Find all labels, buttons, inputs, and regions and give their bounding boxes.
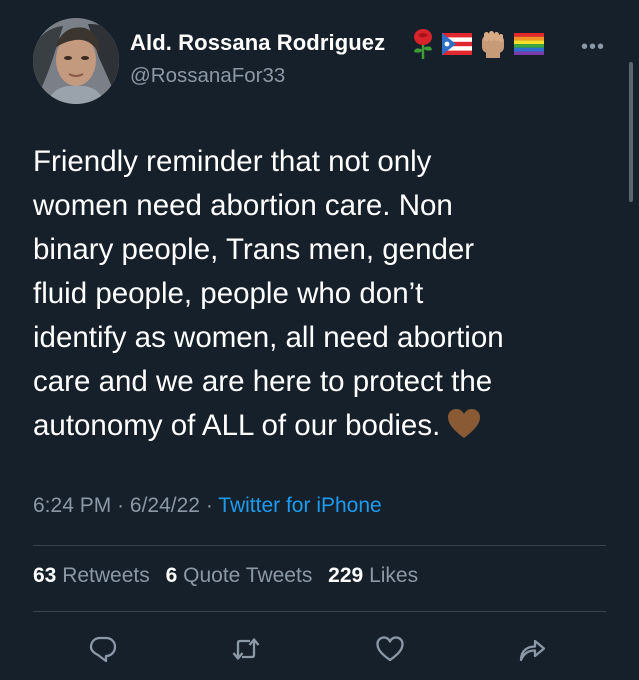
likes-count: 229 <box>328 564 364 587</box>
avatar[interactable] <box>33 18 119 104</box>
rainbow-flag-emoji <box>514 33 544 55</box>
scrollbar[interactable] <box>629 62 633 202</box>
retweets-count: 63 <box>33 564 57 587</box>
divider <box>33 545 606 546</box>
divider <box>33 611 606 612</box>
puerto-rico-flag-emoji <box>442 33 472 55</box>
share-button[interactable] <box>517 634 547 664</box>
more-options-icon[interactable]: ••• <box>581 37 605 57</box>
tweet-source-link[interactable]: Twitter for iPhone <box>218 494 381 517</box>
author-handle[interactable]: @RossanaFor33 <box>130 64 285 88</box>
retweets-label: Retweets <box>62 564 150 587</box>
display-name[interactable]: Ald. Rossana Rodriguez <box>130 30 385 56</box>
tweet-meta: 6:24 PM · 6/24/22 · Twitter for iPhone <box>33 494 382 518</box>
retweet-icon <box>232 638 260 660</box>
quotes-count: 6 <box>165 564 178 587</box>
tweet-date[interactable]: 6/24/22 <box>130 494 200 517</box>
quotes-label: Quote Tweets <box>183 564 313 587</box>
rose-emoji <box>414 29 432 59</box>
avatar-photo <box>33 18 119 104</box>
like-button[interactable] <box>375 634 405 664</box>
tweet-stats: 63 Retweets 6 Quote Tweets 229 Likes <box>33 564 418 588</box>
share-icon <box>519 639 546 662</box>
name-emojis <box>410 26 544 62</box>
retweets-stat[interactable]: 63 Retweets <box>33 564 150 587</box>
tweet-body: Friendly reminder that not only women ne… <box>33 145 504 442</box>
likes-label: Likes <box>369 564 419 587</box>
reply-button[interactable] <box>88 634 118 664</box>
like-icon <box>376 636 404 662</box>
brown-heart-emoji <box>448 408 481 452</box>
meta-separator: · <box>117 494 125 517</box>
tweet-time[interactable]: 6:24 PM <box>33 494 111 517</box>
retweet-button[interactable] <box>231 634 261 664</box>
quote-tweets-stat[interactable]: 6 Quote Tweets <box>166 564 313 587</box>
meta-separator: · <box>205 494 213 517</box>
raised-fist-emoji <box>482 31 504 58</box>
tweet-text: Friendly reminder that not only women ne… <box>33 140 613 452</box>
likes-stat[interactable]: 229 Likes <box>328 564 418 587</box>
reply-icon <box>89 636 117 663</box>
